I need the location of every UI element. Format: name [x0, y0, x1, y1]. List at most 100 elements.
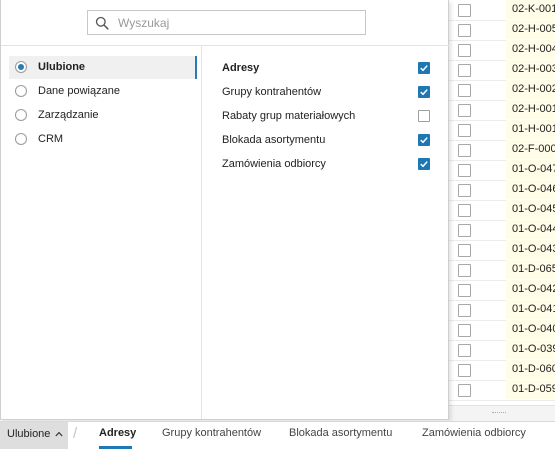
favorites-label: Ulubione — [7, 428, 51, 440]
row-checkbox[interactable] — [458, 24, 471, 37]
row-checkbox[interactable] — [458, 104, 471, 117]
row-code: 01-D-059 — [506, 380, 555, 399]
row-code: 02-H-004 — [506, 40, 555, 59]
row-code: 02-H-002 — [506, 80, 555, 99]
row-code: 02-F-000 — [506, 140, 555, 159]
row-code: 01-O-046 — [506, 180, 555, 199]
column-option-label: Rabaty grup materiałowych — [222, 110, 356, 122]
tab-separator: / — [73, 425, 78, 442]
checkmark-icon — [420, 137, 428, 144]
radio-button[interactable] — [15, 109, 27, 121]
row-checkbox[interactable] — [458, 164, 471, 177]
table-row[interactable]: 01-O-042 — [449, 280, 555, 301]
row-code: 02-H-003 — [506, 60, 555, 79]
column-option-label: Zamówienia odbiorcy — [222, 158, 326, 170]
row-code: 01-O-039 — [506, 340, 555, 359]
column-option-blokada-asortymentu[interactable]: Blokada asortymentu — [222, 130, 432, 150]
view-option-label: CRM — [38, 133, 64, 145]
row-checkbox[interactable] — [458, 44, 471, 57]
table-row[interactable]: 02-H-004 — [449, 40, 555, 61]
table-row[interactable]: 01-O-045 — [449, 200, 555, 221]
favorites-toggle-button[interactable]: Ulubione — [0, 422, 68, 449]
table-row[interactable]: 02-K-001 — [449, 0, 555, 21]
row-code: 01-D-060 — [506, 360, 555, 379]
column-option-label: Blokada asortymentu — [222, 134, 326, 146]
tab-grupy-kontrahentow[interactable]: Grupy kontrahentów — [162, 422, 261, 449]
row-code: 01-O-041 — [506, 300, 555, 319]
column-option-zamowienia-odbiorcy[interactable]: Zamówienia odbiorcy — [222, 154, 432, 174]
row-checkbox[interactable] — [458, 284, 471, 297]
row-checkbox[interactable] — [458, 264, 471, 277]
table-row[interactable]: 01-D-059 — [449, 380, 555, 401]
row-checkbox[interactable] — [458, 364, 471, 377]
table-row[interactable]: 01-O-044 — [449, 220, 555, 241]
column-checkbox[interactable] — [418, 86, 430, 98]
search-box[interactable] — [87, 10, 366, 35]
view-picker-panel: Ulubione Dane powiązane Zarządzanie CRM … — [0, 0, 449, 420]
row-code: 01-O-044 — [506, 220, 555, 239]
column-checkbox[interactable] — [418, 158, 430, 170]
row-code: 01-O-045 — [506, 200, 555, 219]
table-row[interactable]: 01-H-001 — [449, 120, 555, 141]
row-checkbox[interactable] — [458, 344, 471, 357]
table-row[interactable]: 02-H-003 — [449, 60, 555, 81]
tab-adresy[interactable]: Adresy — [99, 422, 136, 449]
search-icon — [95, 16, 109, 30]
tab-zamowienia-odbiorcy[interactable]: Zamówienia odbiorcy — [422, 422, 526, 449]
row-checkbox[interactable] — [458, 84, 471, 97]
column-checkbox[interactable] — [418, 62, 430, 74]
column-checkbox[interactable] — [418, 134, 430, 146]
table-row[interactable]: 02-H-005 — [449, 20, 555, 41]
row-checkbox[interactable] — [458, 384, 471, 397]
row-checkbox[interactable] — [458, 304, 471, 317]
background-table: 02-K-001 02-H-005 02-H-004 02-H-003 02-H… — [449, 0, 555, 405]
row-checkbox[interactable] — [458, 224, 471, 237]
column-checkbox[interactable] — [418, 110, 430, 122]
row-checkbox[interactable] — [458, 124, 471, 137]
row-checkbox[interactable] — [458, 144, 471, 157]
row-checkbox[interactable] — [458, 244, 471, 257]
table-row[interactable]: 02-H-002 — [449, 80, 555, 101]
column-option-adresy[interactable]: Adresy — [222, 58, 432, 78]
radio-button[interactable] — [15, 61, 27, 73]
table-row[interactable]: 02-H-001 — [449, 100, 555, 121]
table-row[interactable]: 01-O-047 — [449, 160, 555, 181]
chevron-up-icon — [55, 431, 63, 437]
row-code: 01-O-040 — [506, 320, 555, 339]
table-row[interactable]: 01-O-046 — [449, 180, 555, 201]
checkmark-icon — [420, 65, 428, 72]
table-row[interactable]: 01-O-039 — [449, 340, 555, 361]
column-option-grupy-kontrahentow[interactable]: Grupy kontrahentów — [222, 82, 432, 102]
table-row[interactable]: 01-O-043 — [449, 240, 555, 261]
checkmark-icon — [420, 161, 428, 168]
row-code: 01-H-001 — [506, 120, 555, 139]
table-row[interactable]: 01-O-041 — [449, 300, 555, 321]
view-option-ulubione[interactable]: Ulubione — [9, 56, 197, 79]
view-option-zarzadzanie[interactable]: Zarządzanie — [9, 104, 197, 127]
radio-button[interactable] — [15, 133, 27, 145]
tab-blokada-asortymentu[interactable]: Blokada asortymentu — [289, 422, 392, 449]
row-code: 02-K-001 — [506, 0, 555, 19]
table-row[interactable]: 02-F-000 — [449, 140, 555, 161]
view-option-dane-powiazane[interactable]: Dane powiązane — [9, 80, 197, 103]
view-option-label: Zarządzanie — [38, 109, 99, 121]
divider — [1, 45, 449, 46]
view-option-label: Ulubione — [38, 61, 86, 73]
row-code: 02-H-001 — [506, 100, 555, 119]
table-row[interactable]: 01-D-065 — [449, 260, 555, 281]
row-checkbox[interactable] — [458, 204, 471, 217]
row-code: 01-O-043 — [506, 240, 555, 259]
table-row[interactable]: 01-D-060 — [449, 360, 555, 381]
radio-button[interactable] — [15, 85, 27, 97]
search-input[interactable] — [118, 13, 358, 32]
row-checkbox[interactable] — [458, 184, 471, 197]
row-checkbox[interactable] — [458, 64, 471, 77]
row-checkbox[interactable] — [458, 4, 471, 17]
divider — [201, 46, 202, 419]
view-option-crm[interactable]: CRM — [9, 128, 197, 151]
row-code: 01-O-047 — [506, 160, 555, 179]
table-row[interactable]: 01-O-040 — [449, 320, 555, 341]
bottom-tab-bar: Ulubione / Adresy Grupy kontrahentów Blo… — [0, 421, 555, 449]
column-option-rabaty-grup-materialowych[interactable]: Rabaty grup materiałowych — [222, 106, 432, 126]
row-checkbox[interactable] — [458, 324, 471, 337]
